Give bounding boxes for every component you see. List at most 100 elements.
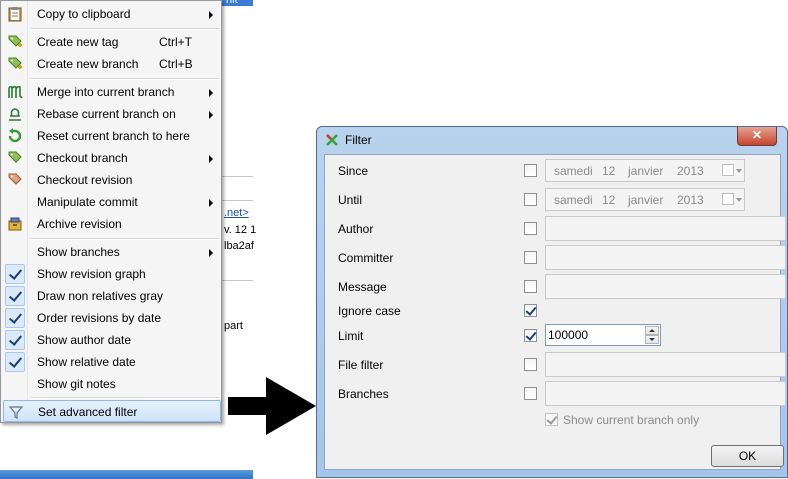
menu-item-copy-to-clipboard[interactable]: Copy to clipboard — [3, 3, 221, 25]
rebase-icon — [9, 108, 21, 121]
menu-item-rebase-current-branch-on[interactable]: Rebase current branch on — [3, 103, 221, 125]
limit-stepper[interactable]: 100000 — [545, 324, 661, 346]
since-label: Since — [338, 164, 369, 178]
menu-item-archive-revision[interactable]: Archive revision — [3, 213, 221, 235]
since-year: 2013 — [677, 164, 704, 178]
until-checkbox[interactable] — [524, 193, 537, 206]
author-input[interactable] — [545, 216, 786, 241]
background-hash-fragment: lba2af — [224, 240, 254, 252]
menu-separator — [31, 28, 219, 30]
branches-input[interactable] — [545, 381, 786, 406]
menu-separator — [31, 397, 219, 399]
until-year: 2013 — [677, 193, 704, 207]
submenu-arrow-icon — [209, 155, 213, 163]
submenu-arrow-icon — [209, 199, 213, 207]
menu-item-merge-into-current-branch[interactable]: Merge into current branch — [3, 81, 221, 103]
context-menu: Copy to clipboard Create new tag Ctrl+T … — [0, 0, 222, 423]
background-divider — [222, 200, 253, 201]
menu-item-manipulate-commit[interactable]: Manipulate commit — [3, 191, 221, 213]
ignore-case-checkbox[interactable] — [524, 304, 537, 317]
background-divider — [222, 176, 253, 177]
file-filter-input[interactable] — [545, 352, 786, 377]
menu-item-show-revision-graph[interactable]: Show revision graph — [3, 263, 221, 285]
menu-item-label: Set advanced filter — [38, 405, 138, 419]
until-label: Until — [338, 193, 363, 207]
filter-dialog: Filter ✕ Since samedi 12 janvier 2013 Un… — [316, 126, 788, 478]
until-date-picker[interactable]: samedi 12 janvier 2013 — [545, 188, 745, 211]
background-date-fragment: v. 12 1 — [224, 224, 257, 236]
close-button[interactable]: ✕ — [737, 127, 777, 146]
menu-item-label: Order revisions by date — [37, 311, 162, 325]
submenu-arrow-icon — [209, 89, 213, 97]
menu-item-label: Create new tag — [37, 35, 119, 49]
limit-checkbox[interactable] — [524, 329, 537, 342]
menu-item-label: Draw non relatives gray — [37, 289, 164, 303]
checkmark-icon — [5, 264, 25, 284]
pointer-arrow-icon — [228, 377, 316, 435]
close-icon: ✕ — [751, 128, 763, 142]
until-day-name: samedi — [554, 193, 593, 207]
menu-item-label: Rebase current branch on — [37, 107, 176, 121]
menu-item-show-relative-date[interactable]: Show relative date — [3, 351, 221, 373]
background-bottom-bar — [0, 470, 253, 479]
menu-item-label: Reset current branch to here — [37, 129, 190, 143]
filter-icon — [8, 406, 24, 419]
submenu-arrow-icon — [209, 249, 213, 257]
menu-item-create-new-tag[interactable]: Create new tag Ctrl+T — [3, 31, 221, 53]
reset-icon — [8, 128, 22, 143]
calendar-icon — [722, 193, 734, 205]
menu-item-label: Manipulate commit — [37, 195, 138, 209]
since-date-picker[interactable]: samedi 12 janvier 2013 — [545, 159, 745, 182]
menu-item-show-branches[interactable]: Show branches — [3, 241, 221, 263]
menu-item-checkout-revision[interactable]: Checkout revision — [3, 169, 221, 191]
until-day: 12 — [602, 193, 616, 207]
clipboard-icon — [8, 7, 22, 22]
since-day: 12 — [602, 164, 616, 178]
show-current-branch-only-label: Show current branch only — [563, 413, 700, 427]
menu-separator — [31, 78, 219, 80]
menu-item-create-new-branch[interactable]: Create new branch Ctrl+B — [3, 53, 221, 75]
branch-add-icon — [8, 57, 22, 69]
message-label: Message — [338, 280, 387, 294]
menu-item-checkout-branch[interactable]: Checkout branch — [3, 147, 221, 169]
background-divider — [222, 280, 253, 281]
stepper-up-icon[interactable] — [645, 326, 659, 335]
committer-checkbox[interactable] — [524, 251, 537, 264]
menu-item-reset-current-branch-to-here[interactable]: Reset current branch to here — [3, 125, 221, 147]
committer-input[interactable] — [545, 245, 786, 270]
branches-checkbox[interactable] — [524, 387, 537, 400]
menu-item-show-author-date[interactable]: Show author date — [3, 329, 221, 351]
submenu-arrow-icon — [209, 11, 213, 19]
background-email-link[interactable]: .net> — [224, 207, 249, 219]
menu-item-order-revisions-by-date[interactable]: Order revisions by date — [3, 307, 221, 329]
author-checkbox[interactable] — [524, 222, 537, 235]
menu-item-set-advanced-filter[interactable]: Set advanced filter — [3, 400, 221, 422]
dialog-body: Since samedi 12 janvier 2013 Until samed… — [324, 154, 786, 470]
menu-item-show-git-notes[interactable]: Show git notes — [3, 373, 221, 395]
until-month: janvier — [628, 193, 664, 207]
message-input[interactable] — [545, 274, 786, 299]
message-checkbox[interactable] — [524, 280, 537, 293]
chevron-down-icon — [736, 198, 742, 202]
merge-icon — [8, 85, 23, 99]
stepper-down-icon[interactable] — [645, 335, 659, 344]
menu-item-label: Show revision graph — [37, 267, 146, 281]
file-filter-checkbox[interactable] — [524, 358, 537, 371]
ok-button[interactable]: OK — [711, 445, 784, 467]
committer-label: Committer — [338, 251, 394, 265]
branches-label: Branches — [338, 387, 389, 401]
checkmark-icon — [5, 308, 25, 328]
menu-separator — [31, 238, 219, 240]
author-label: Author — [338, 222, 374, 236]
stepper-buttons — [645, 326, 659, 344]
background-text-fragment: part — [224, 320, 243, 332]
menu-item-draw-non-relatives-gray[interactable]: Draw non relatives gray — [3, 285, 221, 307]
menu-item-label: Show branches — [37, 245, 120, 259]
menu-item-label: Archive revision — [37, 217, 122, 231]
since-checkbox[interactable] — [524, 164, 537, 177]
git-extensions-icon — [326, 134, 338, 146]
show-current-branch-only-checkbox[interactable] — [545, 413, 558, 426]
archive-icon — [8, 217, 22, 231]
tag-add-icon — [8, 35, 22, 47]
menu-item-label: Show relative date — [37, 355, 136, 369]
